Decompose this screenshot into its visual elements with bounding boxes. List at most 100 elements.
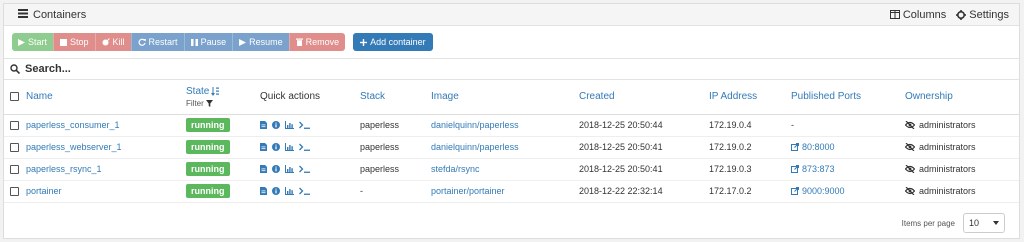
play-icon <box>18 38 25 46</box>
image-link[interactable]: stefda/rsync <box>431 164 480 174</box>
stats-icon[interactable] <box>285 187 294 195</box>
quick-actions <box>260 165 360 173</box>
stop-label: Stop <box>70 37 89 47</box>
image-link[interactable]: danielquinn/paperless <box>431 142 519 152</box>
published-port-link[interactable]: 9000:9000 <box>791 186 845 196</box>
eye-slash-icon <box>905 143 915 151</box>
search-bar <box>4 58 1019 80</box>
kill-button[interactable]: Kill <box>94 33 131 51</box>
quick-actions-header: Quick actions <box>260 91 321 103</box>
ports-column-header[interactable]: Published Ports <box>791 91 861 102</box>
published-port-link[interactable]: 873:873 <box>791 164 835 174</box>
logs-icon[interactable] <box>260 165 267 173</box>
stats-icon[interactable] <box>285 121 294 129</box>
trash-icon <box>295 38 303 46</box>
info-icon[interactable] <box>272 121 280 129</box>
image-column-header[interactable]: Image <box>431 91 459 102</box>
table-header-row: Name State Filter Quick actions Stack Im… <box>4 80 1019 114</box>
ip-address: 172.19.0.3 <box>709 164 752 174</box>
stack-name: paperless <box>360 164 400 174</box>
ip-address: 172.17.0.2 <box>709 186 752 196</box>
row-checkbox[interactable] <box>10 187 19 197</box>
eye-slash-icon <box>905 165 915 173</box>
stop-button[interactable]: Stop <box>53 33 95 51</box>
console-icon[interactable] <box>299 187 311 195</box>
add-container-button[interactable]: Add container <box>353 33 433 51</box>
select-all-checkbox[interactable] <box>10 92 19 102</box>
name-column-header[interactable]: Name <box>26 91 53 102</box>
status-badge: running <box>186 184 230 198</box>
published-port-link[interactable]: 80:8000 <box>791 142 835 152</box>
stack-column-header[interactable]: Stack <box>360 91 385 102</box>
columns-button[interactable]: Columns <box>889 9 946 21</box>
stats-icon[interactable] <box>285 165 294 173</box>
container-name-link[interactable]: portainer <box>26 186 62 196</box>
external-link-icon <box>791 186 799 195</box>
created-date: 2018-12-22 22:32:14 <box>579 186 663 196</box>
pagination-footer: Items per page 10 <box>902 213 1005 233</box>
logs-icon[interactable] <box>260 187 267 195</box>
panel-title: Containers <box>18 8 87 21</box>
image-link[interactable]: danielquinn/paperless <box>431 120 519 130</box>
container-name-link[interactable]: paperless_webserver_1 <box>26 142 122 152</box>
pause-button[interactable]: Pause <box>183 33 233 51</box>
image-link[interactable]: portainer/portainer <box>431 186 505 196</box>
console-icon[interactable] <box>299 165 311 173</box>
published-port-label: 80:8000 <box>802 141 835 152</box>
restart-label: Restart <box>148 37 178 47</box>
ip-column-header[interactable]: IP Address <box>709 91 757 102</box>
container-name-link[interactable]: paperless_consumer_1 <box>26 120 120 130</box>
play-icon <box>239 38 247 46</box>
items-per-page-label: Items per page <box>901 218 955 228</box>
search-input[interactable] <box>25 63 425 75</box>
quick-actions <box>260 143 360 151</box>
logs-icon[interactable] <box>260 121 267 129</box>
start-button[interactable]: Start <box>12 33 54 51</box>
info-icon[interactable] <box>272 165 280 173</box>
settings-button[interactable]: Settings <box>956 9 1009 21</box>
container-name-link[interactable]: paperless_rsync_1 <box>26 164 102 174</box>
quick-actions <box>260 121 360 129</box>
ownership-value: administrators <box>919 120 976 130</box>
state-column-header[interactable]: State <box>186 86 209 97</box>
resume-button[interactable]: Resume <box>232 33 289 51</box>
filter-label: Filter <box>186 98 204 108</box>
remove-button[interactable]: Remove <box>288 33 346 51</box>
info-icon[interactable] <box>272 143 280 151</box>
external-link-icon <box>791 142 799 151</box>
remove-label: Remove <box>305 37 340 47</box>
row-checkbox[interactable] <box>10 143 19 153</box>
search-icon <box>10 64 20 74</box>
filter-icon <box>205 99 213 107</box>
published-port-label: 873:873 <box>802 163 835 174</box>
info-icon[interactable] <box>272 187 280 195</box>
table-row: paperless_rsync_1 running paperless stef… <box>4 158 1019 180</box>
stack-name: paperless <box>360 142 400 152</box>
restart-button[interactable]: Restart <box>130 33 184 51</box>
items-per-page-value: 10 <box>969 218 980 228</box>
console-icon[interactable] <box>299 143 311 151</box>
panel-title-text: Containers <box>33 8 87 21</box>
state-filter[interactable]: Filter <box>186 99 260 108</box>
columns-icon <box>889 10 900 19</box>
sort-icon[interactable] <box>211 86 220 96</box>
ownership-column-header[interactable]: Ownership <box>905 91 953 102</box>
published-ports: - <box>791 120 794 130</box>
created-date: 2018-12-25 20:50:41 <box>579 164 663 174</box>
row-checkbox[interactable] <box>10 121 19 131</box>
row-checkbox[interactable] <box>10 165 19 175</box>
items-per-page-select[interactable]: 10 <box>963 213 1005 233</box>
status-badge: running <box>186 140 230 154</box>
logs-icon[interactable] <box>260 143 267 151</box>
start-label: Start <box>28 37 48 47</box>
add-container-label: Add container <box>370 37 426 47</box>
published-port-label: 9000:9000 <box>802 185 845 196</box>
ownership-value: administrators <box>919 186 976 196</box>
console-icon[interactable] <box>299 121 311 129</box>
action-toolbar: Start Stop Kill Restart Pause Resume Rem… <box>4 26 1019 58</box>
gear-icon <box>956 9 967 20</box>
table-row: paperless_webserver_1 running paperless … <box>4 136 1019 158</box>
created-column-header[interactable]: Created <box>579 91 615 102</box>
stats-icon[interactable] <box>285 143 294 151</box>
panel-header: Containers Columns Settings <box>4 4 1019 26</box>
